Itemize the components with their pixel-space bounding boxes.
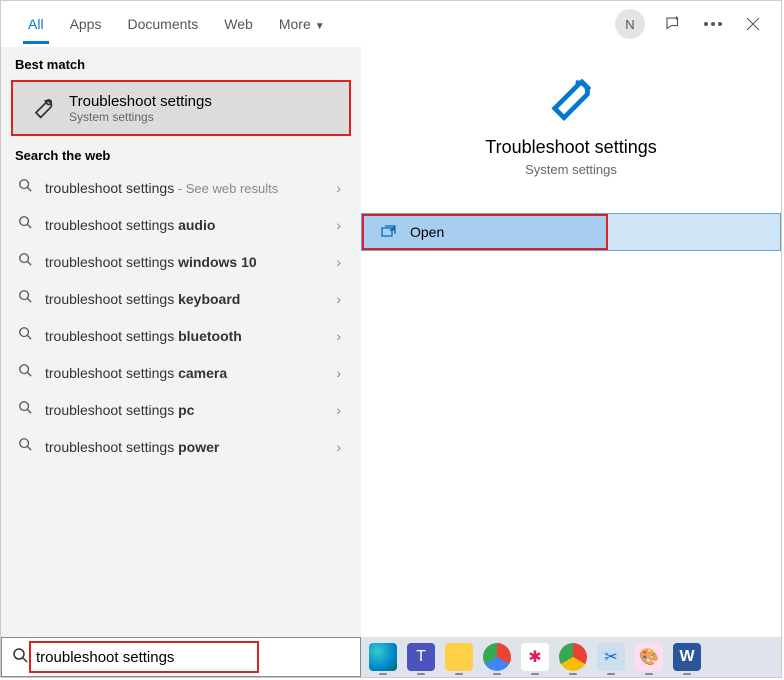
web-result[interactable]: troubleshoot settings keyboard› bbox=[1, 280, 361, 317]
search-icon bbox=[15, 289, 35, 308]
open-button[interactable]: Open bbox=[362, 214, 608, 250]
web-result-text: troubleshoot settings pc bbox=[45, 402, 330, 418]
taskbar-snip-icon[interactable]: ✂ bbox=[597, 643, 625, 671]
preview-panel: Troubleshoot settings System settings Op… bbox=[361, 47, 781, 639]
taskbar: T ✱ ✂ 🎨 W bbox=[361, 637, 781, 677]
taskbar-teams-icon[interactable]: T bbox=[407, 643, 435, 671]
chevron-right-icon[interactable]: › bbox=[330, 217, 347, 233]
search-icon bbox=[15, 252, 35, 271]
chevron-right-icon[interactable]: › bbox=[330, 254, 347, 270]
more-options-icon[interactable] bbox=[693, 4, 733, 44]
tab-apps[interactable]: Apps bbox=[57, 4, 115, 44]
chevron-right-icon[interactable]: › bbox=[330, 328, 347, 344]
taskbar-chrome-icon[interactable] bbox=[483, 643, 511, 671]
web-result[interactable]: troubleshoot settings windows 10› bbox=[1, 243, 361, 280]
open-icon bbox=[380, 224, 396, 240]
tab-more[interactable]: More▼ bbox=[266, 4, 338, 44]
taskbar-slack-icon[interactable]: ✱ bbox=[521, 643, 549, 671]
open-action-row: Open bbox=[361, 213, 781, 251]
open-label: Open bbox=[410, 224, 444, 240]
best-match-subtitle: System settings bbox=[69, 110, 212, 124]
preview-subtitle: System settings bbox=[525, 162, 617, 177]
web-result[interactable]: troubleshoot settings pc› bbox=[1, 391, 361, 428]
chevron-right-icon[interactable]: › bbox=[330, 365, 347, 381]
web-result-text: troubleshoot settings - See web results bbox=[45, 180, 330, 196]
web-result-text: troubleshoot settings audio bbox=[45, 217, 330, 233]
preview-title: Troubleshoot settings bbox=[485, 137, 656, 158]
wrench-icon bbox=[27, 92, 59, 124]
open-row-remainder[interactable] bbox=[608, 214, 780, 250]
search-icon bbox=[15, 437, 35, 456]
tab-documents[interactable]: Documents bbox=[114, 4, 211, 44]
search-icon bbox=[12, 647, 28, 668]
search-tabs: All Apps Documents Web More▼ N bbox=[1, 1, 781, 47]
tab-web[interactable]: Web bbox=[211, 4, 266, 44]
web-result-text: troubleshoot settings bluetooth bbox=[45, 328, 330, 344]
web-result-text: troubleshoot settings windows 10 bbox=[45, 254, 330, 270]
tab-all[interactable]: All bbox=[15, 4, 57, 44]
web-result-text: troubleshoot settings camera bbox=[45, 365, 330, 381]
chevron-right-icon[interactable]: › bbox=[330, 402, 347, 418]
web-result[interactable]: troubleshoot settings audio› bbox=[1, 206, 361, 243]
taskbar-explorer-icon[interactable] bbox=[445, 643, 473, 671]
web-result-text: troubleshoot settings power bbox=[45, 439, 330, 455]
search-icon bbox=[15, 326, 35, 345]
taskbar-edge-icon[interactable] bbox=[369, 643, 397, 671]
taskbar-chrome2-icon[interactable] bbox=[559, 643, 587, 671]
taskbar-paint-icon[interactable]: 🎨 bbox=[635, 643, 663, 671]
feedback-icon[interactable] bbox=[653, 4, 693, 44]
best-match-title: Troubleshoot settings bbox=[69, 93, 212, 110]
web-result[interactable]: troubleshoot settings camera› bbox=[1, 354, 361, 391]
user-avatar[interactable]: N bbox=[615, 9, 645, 39]
search-icon bbox=[15, 178, 35, 197]
chevron-right-icon[interactable]: › bbox=[330, 439, 347, 455]
web-result[interactable]: troubleshoot settings power› bbox=[1, 428, 361, 465]
web-result[interactable]: troubleshoot settings - See web results› bbox=[1, 169, 361, 206]
search-icon bbox=[15, 400, 35, 419]
search-icon bbox=[15, 363, 35, 382]
search-web-header: Search the web bbox=[1, 138, 361, 169]
best-match-header: Best match bbox=[1, 47, 361, 78]
search-box[interactable] bbox=[1, 637, 361, 677]
taskbar-word-icon[interactable]: W bbox=[673, 643, 701, 671]
search-icon bbox=[15, 215, 35, 234]
wrench-large-icon bbox=[543, 71, 599, 127]
best-match-result[interactable]: Troubleshoot settings System settings bbox=[11, 80, 351, 136]
results-panel: Best match Troubleshoot settings System … bbox=[1, 47, 361, 639]
search-input[interactable] bbox=[36, 649, 350, 666]
chevron-right-icon[interactable]: › bbox=[330, 291, 347, 307]
chevron-right-icon[interactable]: › bbox=[330, 180, 347, 196]
web-result-text: troubleshoot settings keyboard bbox=[45, 291, 330, 307]
chevron-down-icon: ▼ bbox=[315, 21, 325, 32]
close-icon[interactable] bbox=[733, 4, 773, 44]
web-result[interactable]: troubleshoot settings bluetooth› bbox=[1, 317, 361, 354]
